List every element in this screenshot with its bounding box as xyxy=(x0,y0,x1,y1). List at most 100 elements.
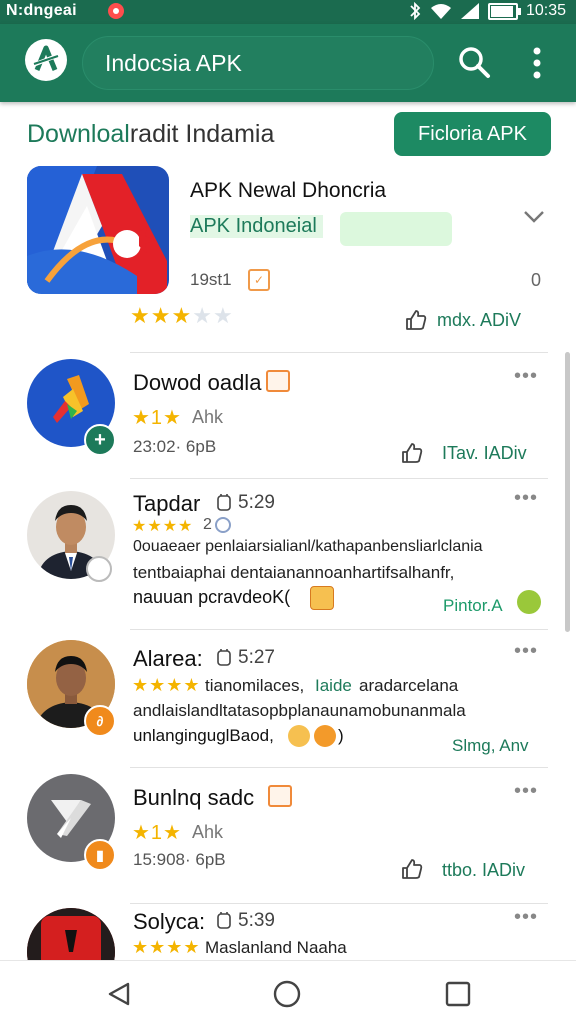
review-text-line-3: nauuan pcravdeoK( xyxy=(133,587,291,607)
more-horiz-icon[interactable]: ••• xyxy=(514,906,538,929)
list-item[interactable]: Tapdar 5:29 ••• ★★★★ 2 0ouaeaer penlaiar… xyxy=(0,479,576,629)
list-item[interactable]: ∂ Alarea: 5:27 ••• ★★★★ tianomilaces, Ia… xyxy=(0,630,576,767)
scrollbar[interactable] xyxy=(565,352,570,632)
list-item[interactable]: + Dowod oadla ••• ★1★ Ahk 23:02· 6pB ITa… xyxy=(0,353,576,478)
more-horiz-icon[interactable]: ••• xyxy=(514,780,538,803)
app-logo-icon[interactable] xyxy=(25,39,67,81)
carrier-label: N:dngeai xyxy=(6,2,77,19)
search-icon[interactable] xyxy=(456,44,492,80)
thumbs-up-icon[interactable] xyxy=(400,857,424,881)
review-text-line-1b: Iaide xyxy=(315,676,352,695)
clock: 10:35 xyxy=(525,2,566,19)
featured-app-meta: 19st1 xyxy=(190,270,232,289)
featured-tag-highlight xyxy=(340,212,452,246)
app-meta: 23:02· 6pB xyxy=(133,437,217,456)
review-time: 5:29 xyxy=(238,492,275,513)
section-title-part2: radit Indamia xyxy=(129,120,275,148)
featured-app-name: APK Newal Dhoncria xyxy=(190,179,387,202)
reviewer-name: Alarea: xyxy=(133,646,203,671)
star-empty-icon: ★ xyxy=(192,303,213,328)
featured-app-tag: APK Indoneial xyxy=(190,215,323,238)
signal-icon xyxy=(460,3,479,19)
featured-star-rating: ★★★★★ xyxy=(130,303,234,329)
review-text-line-2: andlaislandltatasopbplanaunamobunanmala xyxy=(133,701,466,720)
app-tag-icon xyxy=(266,370,290,392)
reviewer-name: Solyca: xyxy=(133,909,206,934)
thumbs-up-icon[interactable] xyxy=(404,308,428,332)
app-star-rating: ★1★ xyxy=(132,822,182,844)
featured-app-card[interactable]: APK Newal Dhoncria APK Indoneial 19st1 ✓… xyxy=(0,162,576,352)
app-rating-extra: Ahk xyxy=(192,407,224,427)
thumbs-up-icon[interactable] xyxy=(400,441,424,465)
list-item[interactable]: ▮ Bunlnq sadc ••• ★1★ Ahk 15:908· 6pB tt… xyxy=(0,768,576,903)
wifi-icon xyxy=(430,4,451,19)
section-title: Downloalradit Indamia xyxy=(27,120,274,149)
review-star-rating: ★★★★ xyxy=(132,675,201,695)
section-title-part1: Downloal xyxy=(27,120,130,148)
app-name: Dowod oadla xyxy=(133,370,262,395)
section-action-button[interactable]: Ficloria APK xyxy=(394,112,551,156)
more-horiz-icon[interactable]: ••• xyxy=(514,487,538,510)
featured-action-label[interactable]: mdx. ADiV xyxy=(437,310,521,331)
status-bar: N:dngeai 10:35 xyxy=(0,0,576,24)
star-filled-icon: ★ xyxy=(150,303,172,328)
app-bar: Indocsia APK xyxy=(0,24,576,102)
review-text-line-1: Maslanland Naaha xyxy=(205,938,347,957)
list-item[interactable]: Solyca: 5:39 ••• ★★★★ Maslanland Naaha xyxy=(0,904,576,960)
app-meta: 15:908· 6pB xyxy=(133,850,226,869)
featured-meta-icon: ✓ xyxy=(248,269,270,291)
recording-icon xyxy=(108,3,124,19)
bluetooth-icon xyxy=(410,2,421,20)
home-icon[interactable] xyxy=(273,980,301,1008)
navigation-bar xyxy=(0,960,576,1025)
status-badge xyxy=(86,556,112,582)
section-action-label: Ficloria APK xyxy=(418,122,527,145)
clock-icon xyxy=(217,494,231,511)
review-rating-icon xyxy=(215,517,231,533)
chevron-down-icon[interactable] xyxy=(523,210,545,224)
star-filled-icon: ★ xyxy=(130,303,151,328)
more-horiz-icon[interactable]: ••• xyxy=(514,640,538,663)
back-icon[interactable] xyxy=(106,981,132,1007)
emoji-icon xyxy=(310,586,334,610)
status-badge: ∂ xyxy=(84,705,116,737)
search-input-value: Indocsia APK xyxy=(105,49,242,76)
clock-icon xyxy=(217,649,231,666)
review-text-line-2: tentbaiaphai dentaianannoanhartifsalhanf… xyxy=(133,563,455,582)
review-star-rating: ★★★★ xyxy=(132,937,201,957)
review-star-rating: ★★★★ xyxy=(132,518,194,535)
app-tag-icon xyxy=(268,785,292,807)
app-rating-extra: Ahk xyxy=(192,822,224,842)
review-text-line-1c: aradarcelana xyxy=(359,676,459,695)
reviewer-name: Tapdar xyxy=(133,491,201,516)
review-text-line-1: 0ouaeaer penlaiarsialianl/kathapanbensli… xyxy=(133,538,483,555)
emoji-icon xyxy=(288,725,310,747)
review-text-paren: ) xyxy=(338,726,344,745)
emoji-icon xyxy=(517,590,541,614)
review-rating-num: 2 xyxy=(203,516,212,533)
review-time: 5:27 xyxy=(238,647,275,668)
star-filled-icon: ★ xyxy=(171,303,193,328)
review-action-label[interactable]: Slmg, Anv xyxy=(452,736,529,756)
status-badge: ▮ xyxy=(84,839,116,871)
app-star-rating: ★1★ xyxy=(132,407,182,429)
review-text-line-1a: tianomilaces, xyxy=(205,676,305,695)
featured-count: 0 xyxy=(531,270,542,290)
review-text-line-3: unlanginguglBaod, xyxy=(133,726,274,745)
app-name: Bunlnq sadc xyxy=(133,785,255,810)
more-vert-icon[interactable] xyxy=(525,46,549,80)
more-horiz-icon[interactable]: ••• xyxy=(514,365,538,388)
star-empty-icon: ★ xyxy=(212,303,234,328)
battery-icon xyxy=(487,2,521,20)
search-input[interactable]: Indocsia APK xyxy=(82,36,434,90)
add-badge-icon[interactable]: + xyxy=(84,424,116,456)
emoji-icon xyxy=(314,725,336,747)
app-action-label[interactable]: ITav. IADiv xyxy=(442,443,527,464)
review-action-label[interactable]: Pintor.A xyxy=(443,596,503,616)
featured-app-icon xyxy=(27,166,169,294)
app-action-label[interactable]: ttbo. IADiv xyxy=(442,860,525,881)
avatar xyxy=(27,908,115,960)
review-time: 5:39 xyxy=(238,910,275,931)
clock-icon xyxy=(217,912,231,929)
recents-icon[interactable] xyxy=(445,981,471,1007)
